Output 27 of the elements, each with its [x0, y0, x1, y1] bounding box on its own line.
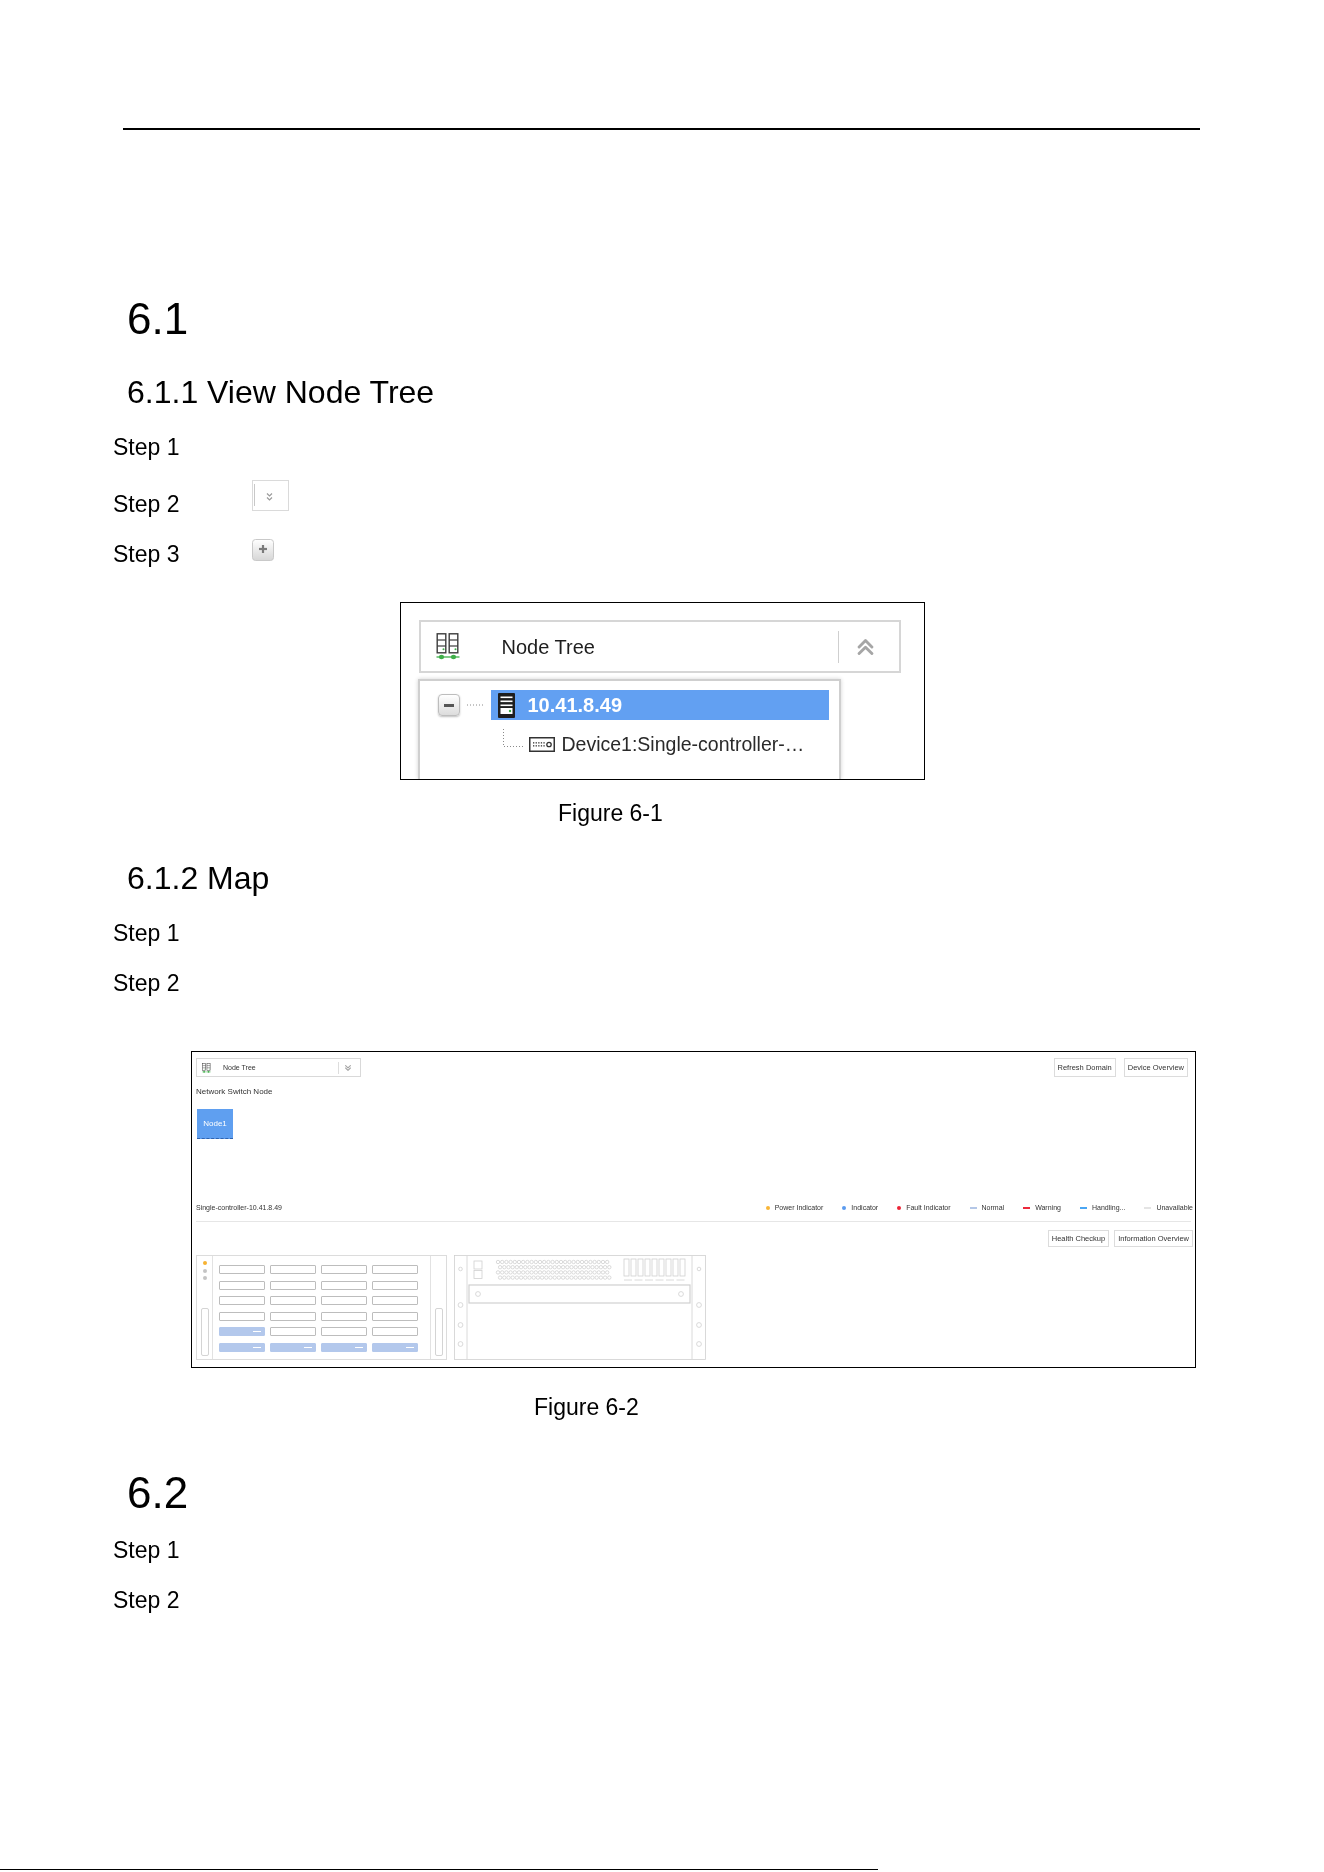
plus-icon	[252, 539, 274, 561]
section-heading: 6.2	[127, 1467, 189, 1519]
subsection-heading: 6.1.1 View Node Tree	[127, 373, 435, 412]
step-label: Step 2	[113, 969, 180, 998]
step-label: Step 1	[113, 1536, 180, 1565]
server-pair-icon	[435, 633, 460, 660]
step-label: Step 3	[113, 540, 180, 569]
server-pair-icon	[202, 1062, 211, 1073]
step-label: Step 2	[113, 1586, 180, 1615]
minus-icon	[443, 703, 454, 707]
tree-connector-line	[466, 704, 483, 706]
side-handle	[434, 1308, 443, 1356]
step-label: Step 2	[113, 490, 180, 519]
collapse-button[interactable]	[437, 694, 460, 716]
figure-caption: Figure 6-1	[558, 799, 663, 828]
group-title: Network Switch Node	[196, 1087, 273, 1097]
section-heading: 6.1	[127, 293, 189, 345]
node-tree-dropdown[interactable]: Node Tree	[418, 620, 901, 673]
server-icon	[497, 692, 515, 718]
side-handle	[200, 1308, 209, 1356]
step-label: Step 1	[113, 919, 180, 948]
double-chevron-down-icon	[252, 480, 289, 511]
subsection-heading: 6.1.2 Map	[127, 859, 270, 898]
device-icon	[528, 736, 555, 752]
tree-connector-line	[502, 729, 523, 747]
figure-caption: Figure 6-2	[534, 1393, 639, 1422]
step-label: Step 1	[113, 433, 180, 462]
